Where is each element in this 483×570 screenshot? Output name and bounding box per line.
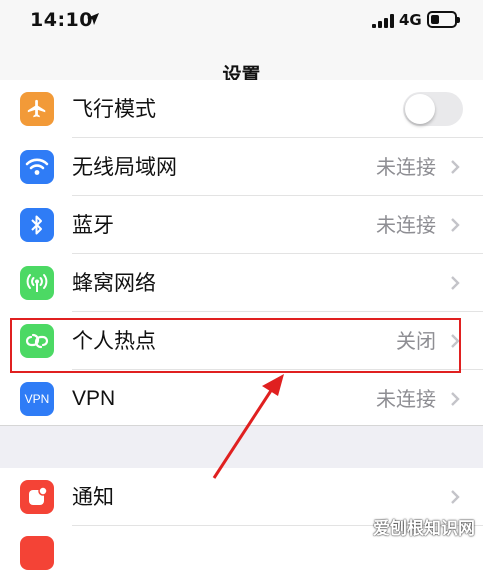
settings-group-connectivity: 飞行模式 无线局域网 未连接 蓝牙 未连接 蜂窝网络 个人热点 关闭 VPN V… [0,80,483,425]
chevron-right-icon [451,160,460,174]
battery-icon [427,11,460,28]
network-type: 4G [399,11,422,29]
chevron-right-icon [451,392,460,406]
settings-row-label: 无线局域网 [72,155,177,179]
settings-row-label: VPN [72,387,116,410]
chevron-right-icon [451,218,460,232]
settings-row-value: 未连接 [376,387,436,411]
airplane-mode-toggle[interactable] [403,92,463,126]
chevron-right-icon [451,276,460,290]
next-row-icon-partial [20,536,54,570]
vpn-icon-text: VPN [24,392,50,406]
settings-row-airplane[interactable]: 飞行模式 [0,80,483,138]
cellular-icon [20,266,54,300]
settings-row-vpn[interactable]: VPN VPN 未连接 [0,370,483,428]
notifications-icon [20,480,54,514]
bluetooth-icon [20,208,54,242]
settings-row-label: 蓝牙 [72,213,114,237]
chevron-right-icon [451,490,460,504]
settings-row-value: 未连接 [376,155,436,179]
settings-row-bluetooth[interactable]: 蓝牙 未连接 [0,196,483,254]
settings-row-wifi[interactable]: 无线局域网 未连接 [0,138,483,196]
settings-row-label: 飞行模式 [72,97,156,121]
section-separator [0,425,483,469]
hotspot-highlight-box [10,318,461,373]
wifi-icon [20,150,54,184]
signal-strength-icon [372,14,394,28]
status-bar: 14:10 4G [0,0,483,44]
vpn-icon: VPN [20,382,54,416]
settings-row-label: 通知 [72,485,114,509]
airplane-icon [20,92,54,126]
watermark: 爱刨根知识网 [373,519,475,539]
settings-row-cellular[interactable]: 蜂窝网络 [0,254,483,312]
settings-row-label: 蜂窝网络 [72,271,156,295]
status-time: 14:10 [30,9,93,31]
settings-row-value: 未连接 [376,213,436,237]
location-arrow-icon [87,13,99,25]
